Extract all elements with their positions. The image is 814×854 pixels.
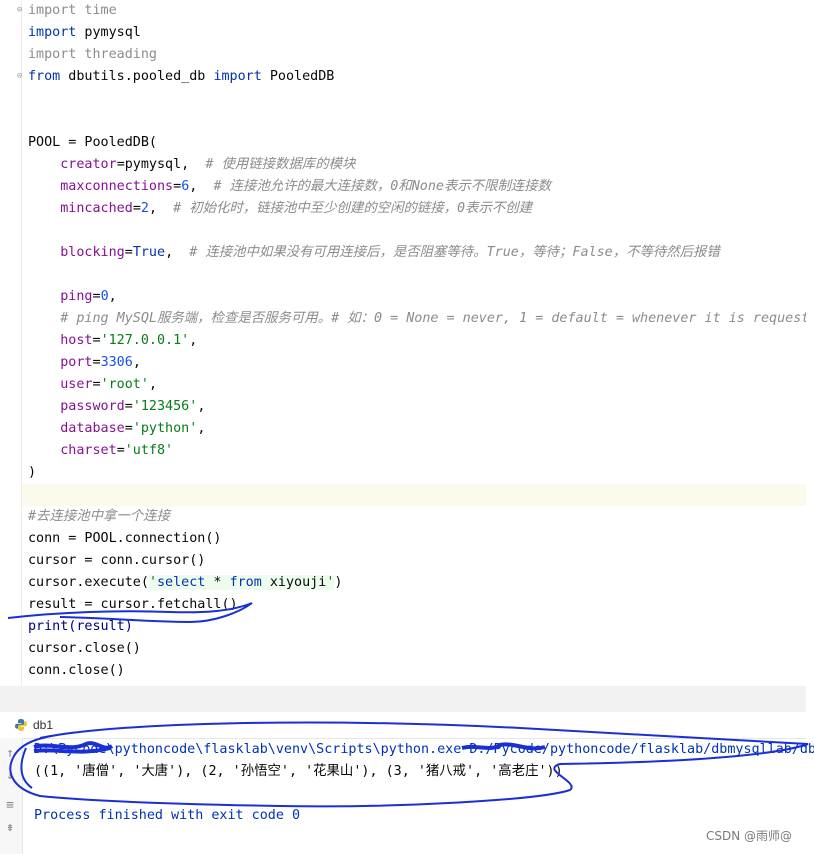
run-toolbar: ↑ ↓ ≡ ⇟ [0,738,23,854]
current-line-highlight [22,484,806,506]
code-line: print(result) [28,619,133,634]
python-icon [15,719,27,731]
code-line: result = cursor.fetchall() [28,597,238,612]
code-line: ping=0, [60,289,117,304]
run-tab-db1[interactable]: db1 [14,716,53,734]
code-line: database='python', [60,421,206,436]
fold-marker-icon[interactable]: ⊖ [17,72,26,81]
scroll-to-end-icon[interactable]: ⇟ [2,820,18,836]
code-line: mincached=2, # 初始化时，链接池中至少创建的空闲的链接，0表示不创… [60,201,533,216]
code-line: charset='utf8' [60,443,174,458]
code-line: import time [28,3,117,18]
vertical-scrollbar[interactable] [806,0,814,854]
code-line: port=3306, [60,355,141,370]
code-line: import threading [28,47,157,62]
fold-marker-icon[interactable]: ⊖ [17,6,26,15]
code-line: host='127.0.0.1', [60,333,198,348]
code-line: import pymysql [28,25,141,40]
soft-wrap-icon[interactable]: ≡ [2,798,18,814]
code-line: # ping MySQL服务端，检查是否服务可用。# 如：0 = None = … [60,311,806,326]
code-line: cursor.execute('select * from xiyouji') [28,575,343,590]
code-line: conn = POOL.connection() [28,531,222,546]
arrow-up-icon[interactable]: ↑ [2,746,18,762]
run-panel: db1 ↑ ↓ ≡ ⇟ D:\Pycode\pythoncode\flaskla… [0,712,814,854]
panel-divider[interactable] [0,686,806,712]
code-line: POOL = PooledDB( [28,135,157,150]
run-tab-label: db1 [33,718,54,732]
run-tab-bar: db1 [0,712,806,739]
code-line: cursor = conn.cursor() [28,553,206,568]
code-line: password='123456', [60,399,206,414]
code-line: #去连接池中拿一个连接 [28,509,170,524]
arrow-down-icon[interactable]: ↓ [2,768,18,784]
watermark: CSDN @雨师@ [705,829,792,843]
code-line: ) [28,465,37,480]
gutter-divider [21,0,22,686]
run-output-result: ((1, '唐僧', '大唐'), (2, '孙悟空', '花果山'), (3,… [34,764,563,779]
code-line: maxconnections=6, # 连接池允许的最大连接数，0和None表示… [60,179,552,194]
code-editor[interactable]: ⊖ ⊖ import time import pymysql import th… [0,0,806,686]
code-line: user='root', [60,377,157,392]
run-exit-status: Process finished with exit code 0 [34,808,301,823]
run-command-line: D:\Pycode\pythoncode\flasklab\venv\Scrip… [34,742,814,757]
code-line: cursor.close() [28,641,141,656]
code-line: creator=pymysql, # 使用链接数据库的模块 [60,157,356,172]
code-line: blocking=True, # 连接池中如果没有可用连接后，是否阻塞等待。Tr… [60,245,720,260]
code-line: conn.close() [28,663,125,678]
code-line: from dbutils.pooled_db import PooledDB [28,69,335,84]
